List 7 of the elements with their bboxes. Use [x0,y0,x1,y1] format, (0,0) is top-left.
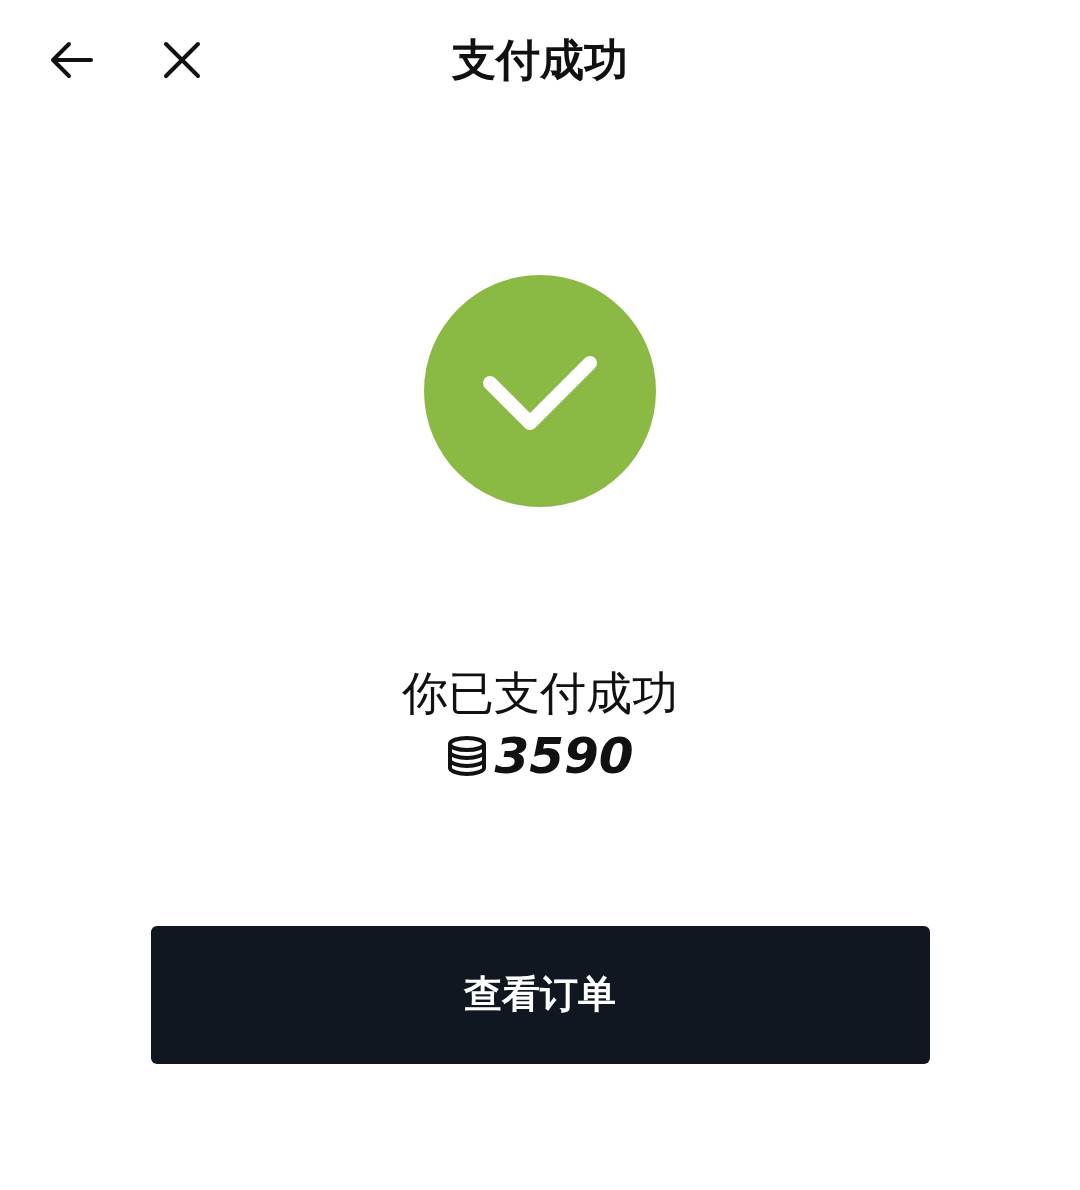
coins-icon [446,735,489,776]
page-title: 支付成功 [452,33,628,87]
success-message: 你已支付成功 [401,665,679,722]
close-icon [163,41,201,79]
back-arrow-icon [49,41,93,79]
view-order-button[interactable]: 查看订单 [150,925,930,1064]
amount: 3590 [494,730,634,781]
